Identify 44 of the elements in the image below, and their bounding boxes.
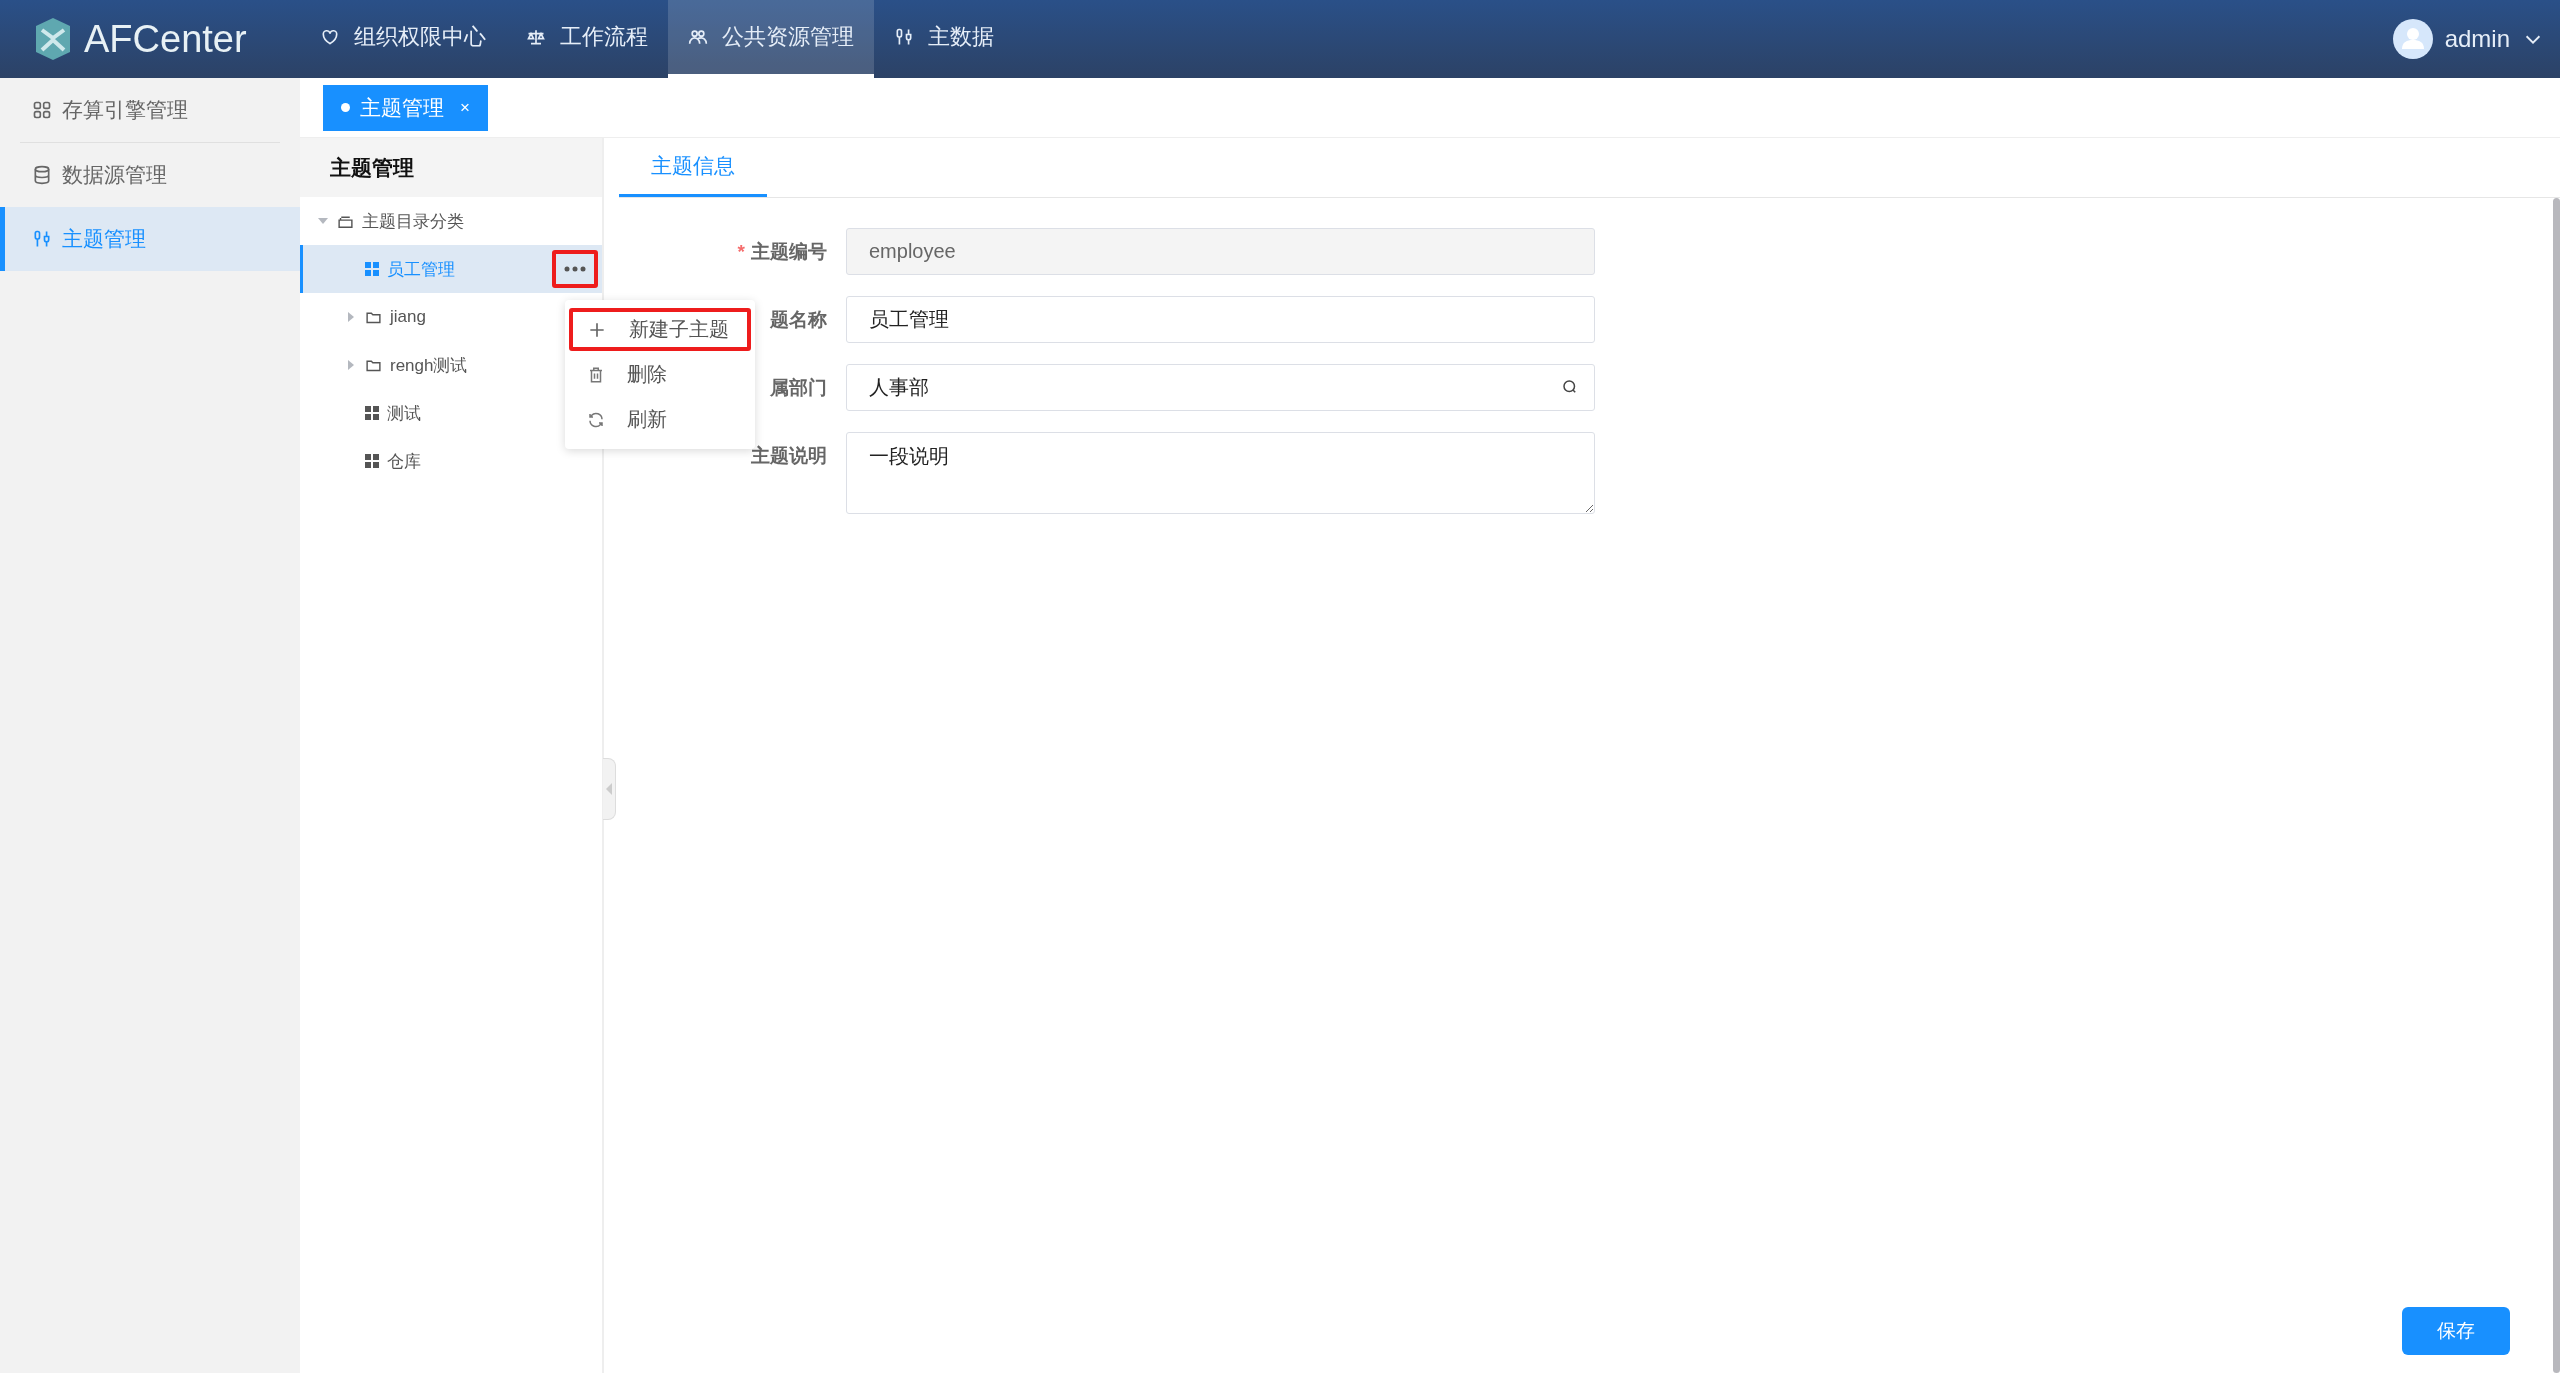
user-name[interactable]: admin — [2444, 25, 2510, 53]
nav-tab[interactable]: 主数据 — [874, 0, 1014, 78]
heart-icon — [320, 27, 340, 47]
node-label: 仓库 — [387, 450, 421, 473]
field-label: * 主题编号 — [737, 240, 827, 264]
grid-icon — [32, 100, 52, 120]
scale-icon — [526, 27, 546, 47]
ellipsis-icon — [564, 266, 586, 272]
more-button[interactable] — [552, 250, 598, 288]
scrollbar[interactable] — [2553, 198, 2560, 1373]
collapse-handle[interactable] — [603, 758, 616, 820]
node-label: 主题目录分类 — [362, 210, 464, 233]
caret-icon — [606, 783, 612, 795]
nav-tab[interactable]: 公共资源管理 — [668, 0, 874, 78]
search-field[interactable]: 人事部 — [846, 364, 1595, 411]
people-icon — [688, 27, 708, 47]
grid-icon — [365, 262, 379, 276]
sidebar-item[interactable]: 存算引擎管理 — [0, 78, 300, 142]
logo-text: AFCenter — [84, 17, 247, 61]
input-field[interactable]: 员工管理 — [846, 296, 1595, 343]
menu-item[interactable]: 新建子主题 — [569, 308, 751, 351]
node-label: rengh测试 — [390, 354, 468, 377]
panel-title: 主题管理 — [300, 138, 602, 197]
field-label: 主题说明 — [751, 444, 827, 468]
tools-icon — [894, 27, 914, 47]
dot-icon — [341, 103, 350, 112]
nav-tab[interactable]: 组织权限中心 — [300, 0, 506, 78]
tree-node[interactable]: 主题目录分类 — [300, 197, 602, 245]
sidebar-item[interactable]: 数据源管理 — [0, 143, 300, 207]
field-label: 属部门 — [770, 376, 827, 400]
database-icon — [32, 165, 52, 185]
description-field[interactable]: 一段说明 — [846, 432, 1595, 514]
nav-tab[interactable]: 工作流程 — [506, 0, 668, 78]
tools-icon — [32, 229, 52, 249]
grid-icon — [365, 406, 379, 420]
field-label: 题名称 — [770, 308, 827, 332]
node-label: 测试 — [387, 402, 421, 425]
grid-icon — [365, 454, 379, 468]
search-icon — [1561, 378, 1579, 396]
node-label: jiang — [390, 307, 426, 327]
refresh-icon — [587, 410, 605, 429]
trash-icon — [587, 365, 605, 384]
node-label: 员工管理 — [387, 258, 455, 281]
avatar-icon[interactable] — [2392, 19, 2433, 59]
